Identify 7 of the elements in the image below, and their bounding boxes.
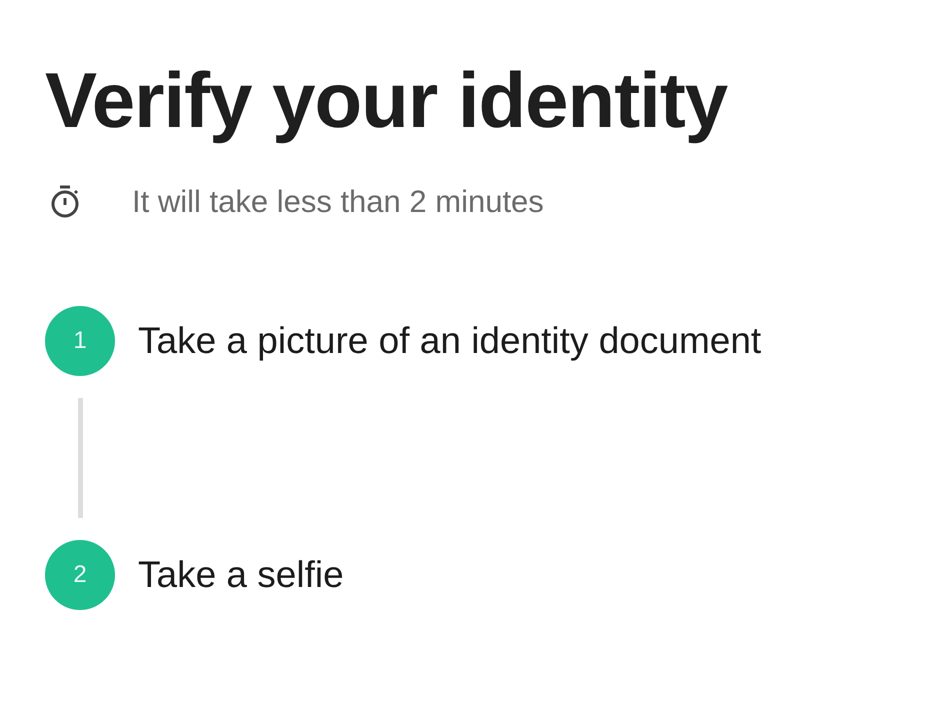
step-number: 1 — [45, 306, 115, 376]
stopwatch-icon — [50, 184, 80, 218]
page-title: Verify your identity — [45, 55, 729, 146]
step-label: Take a picture of an identity document — [138, 320, 762, 362]
step-label: Take a selfie — [138, 554, 344, 596]
step-number: 2 — [45, 540, 115, 610]
duration-text: It will take less than 2 minutes — [132, 184, 544, 220]
